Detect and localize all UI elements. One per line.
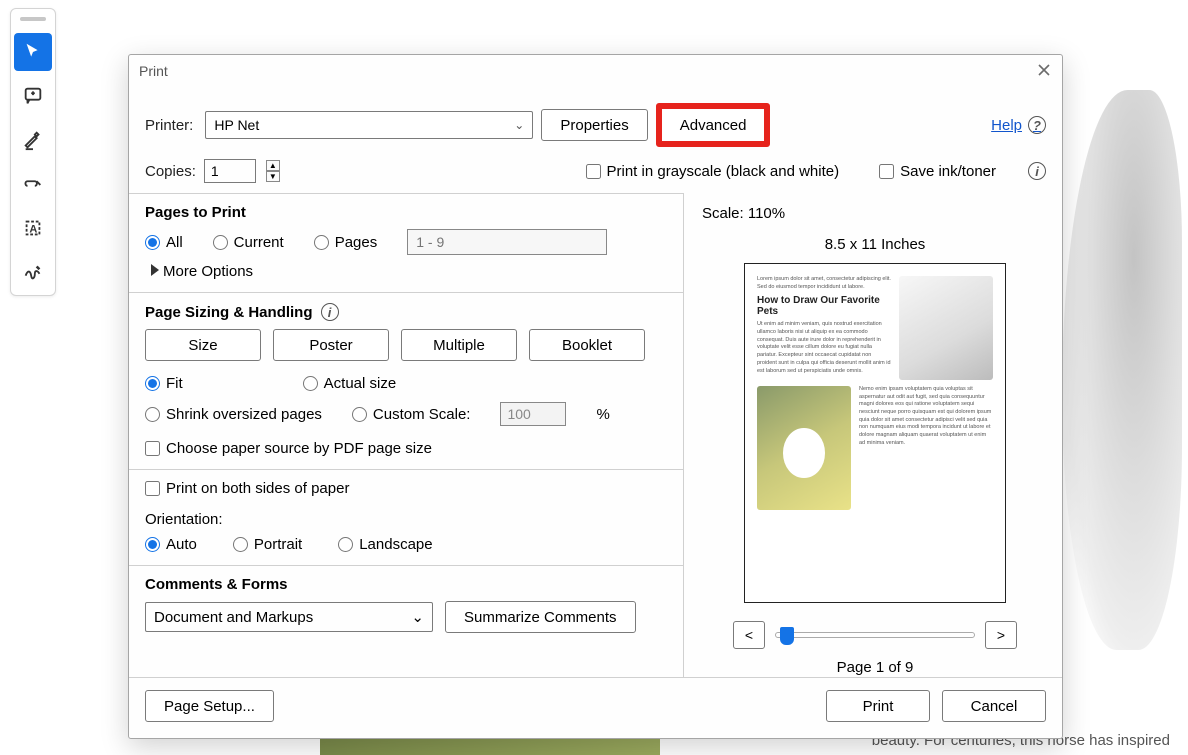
comment-tool[interactable] <box>14 77 52 115</box>
summarize-comments-button[interactable]: Summarize Comments <box>445 601 636 633</box>
booklet-tab[interactable]: Booklet <box>529 329 645 361</box>
dialog-header: Printer: HP Net ⌄ Properties Advanced He… <box>129 87 1062 193</box>
preview-doc-title: How to Draw Our Favorite Pets <box>757 295 891 317</box>
copies-spinner[interactable]: ▲ ▼ <box>266 160 280 182</box>
text-select-icon: A <box>22 217 44 239</box>
copies-down[interactable]: ▼ <box>266 171 280 182</box>
next-page-button[interactable]: > <box>985 621 1017 649</box>
select-tool[interactable] <box>14 33 52 71</box>
sign-tool[interactable] <box>14 253 52 291</box>
orient-portrait-radio[interactable]: Portrait <box>233 536 302 553</box>
orientation-heading: Orientation: <box>145 511 667 528</box>
duplex-orientation-section: Print on both sides of paper Orientation… <box>129 470 683 566</box>
fit-radio[interactable]: Fit <box>145 375 183 392</box>
comments-heading: Comments & Forms <box>145 576 667 593</box>
custom-scale-input[interactable] <box>500 402 566 426</box>
toolbar-grip[interactable] <box>20 17 46 21</box>
dialog-footer: Page Setup... Print Cancel <box>129 677 1062 738</box>
printer-label: Printer: <box>145 117 193 134</box>
preview-image-1 <box>899 276 993 380</box>
background-illustration <box>1062 90 1182 650</box>
sizing-heading: Page Sizing & Handling i <box>145 303 667 321</box>
actual-radio[interactable]: Actual size <box>303 375 397 392</box>
slider-thumb[interactable] <box>780 627 794 645</box>
page-indicator: Page 1 of 9 <box>837 659 914 676</box>
pencil-icon <box>22 129 44 151</box>
pages-current-radio[interactable]: Current <box>213 234 284 251</box>
preview-panel: Scale: 110% 8.5 x 11 Inches Lorem ipsum … <box>684 193 1062 677</box>
preview-image-2 <box>757 386 851 510</box>
comment-plus-icon <box>22 85 44 107</box>
page-preview: Lorem ipsum dolor sit amet, consectetur … <box>744 263 1006 603</box>
options-panel: Pages to Print All Current Pages More Op… <box>129 193 684 677</box>
pages-heading: Pages to Print <box>145 204 667 221</box>
shrink-radio[interactable]: Shrink oversized pages <box>145 406 322 423</box>
duplex-checkbox[interactable]: Print on both sides of paper <box>145 480 667 497</box>
text-select-tool[interactable]: A <box>14 209 52 247</box>
pages-range-input[interactable] <box>407 229 607 255</box>
pages-range-radio[interactable]: Pages <box>314 234 378 251</box>
print-button[interactable]: Print <box>826 690 930 722</box>
paper-size-label: 8.5 x 11 Inches <box>825 236 926 253</box>
copies-label: Copies: <box>145 163 196 180</box>
triangle-right-icon <box>151 264 159 276</box>
pages-to-print-section: Pages to Print All Current Pages More Op… <box>129 194 683 293</box>
cursor-icon <box>22 41 44 63</box>
printer-select[interactable]: HP Net ⌄ <box>205 111 533 139</box>
eraser-icon <box>22 173 44 195</box>
pages-all-radio[interactable]: All <box>145 234 183 251</box>
page-sizing-section: Page Sizing & Handling i Size Poster Mul… <box>129 293 683 470</box>
print-dialog: Print Printer: HP Net ⌄ Properties Advan… <box>128 54 1063 739</box>
scale-label: Scale: 110% <box>702 205 785 222</box>
vertical-toolbar: A <box>10 8 56 296</box>
highlight-tool[interactable] <box>14 121 52 159</box>
comments-section: Comments & Forms Document and Markups ⌄ … <box>129 566 683 645</box>
save-ink-checkbox[interactable]: Save ink/toner <box>879 163 996 180</box>
orient-auto-radio[interactable]: Auto <box>145 536 197 553</box>
dialog-title: Print <box>139 63 168 79</box>
multiple-tab[interactable]: Multiple <box>401 329 517 361</box>
page-setup-button[interactable]: Page Setup... <box>145 690 274 722</box>
grayscale-checkbox[interactable]: Print in grayscale (black and white) <box>586 163 840 180</box>
comments-select[interactable]: Document and Markups ⌄ <box>145 602 433 632</box>
erase-tool[interactable] <box>14 165 52 203</box>
advanced-button[interactable]: Advanced <box>662 109 765 141</box>
svg-text:A: A <box>29 224 37 236</box>
info-icon[interactable]: i <box>321 303 339 321</box>
poster-tab[interactable]: Poster <box>273 329 389 361</box>
background-strip <box>320 737 660 755</box>
copies-input[interactable]: 1 <box>204 159 256 183</box>
more-options-toggle[interactable]: More Options <box>151 263 667 280</box>
help-link[interactable]: Help ? <box>991 116 1046 134</box>
chevron-down-icon: ⌄ <box>514 118 524 132</box>
cancel-button[interactable]: Cancel <box>942 690 1046 722</box>
info-icon[interactable]: i <box>1028 162 1046 180</box>
choose-paper-checkbox[interactable]: Choose paper source by PDF page size <box>145 440 667 457</box>
printer-value: HP Net <box>214 117 259 133</box>
custom-scale-radio[interactable]: Custom Scale: <box>352 406 471 423</box>
page-slider[interactable] <box>775 632 975 638</box>
help-icon: ? <box>1028 116 1046 134</box>
advanced-highlight: Advanced <box>656 103 771 147</box>
help-label: Help <box>991 117 1022 134</box>
chevron-down-icon: ⌄ <box>411 608 424 626</box>
signature-icon <box>22 261 44 283</box>
copies-up[interactable]: ▲ <box>266 160 280 171</box>
properties-button[interactable]: Properties <box>541 109 647 141</box>
dialog-titlebar: Print <box>129 55 1062 87</box>
orient-landscape-radio[interactable]: Landscape <box>338 536 432 553</box>
close-button[interactable] <box>1036 62 1052 81</box>
prev-page-button[interactable]: < <box>733 621 765 649</box>
size-tab[interactable]: Size <box>145 329 261 361</box>
close-icon <box>1036 62 1052 78</box>
